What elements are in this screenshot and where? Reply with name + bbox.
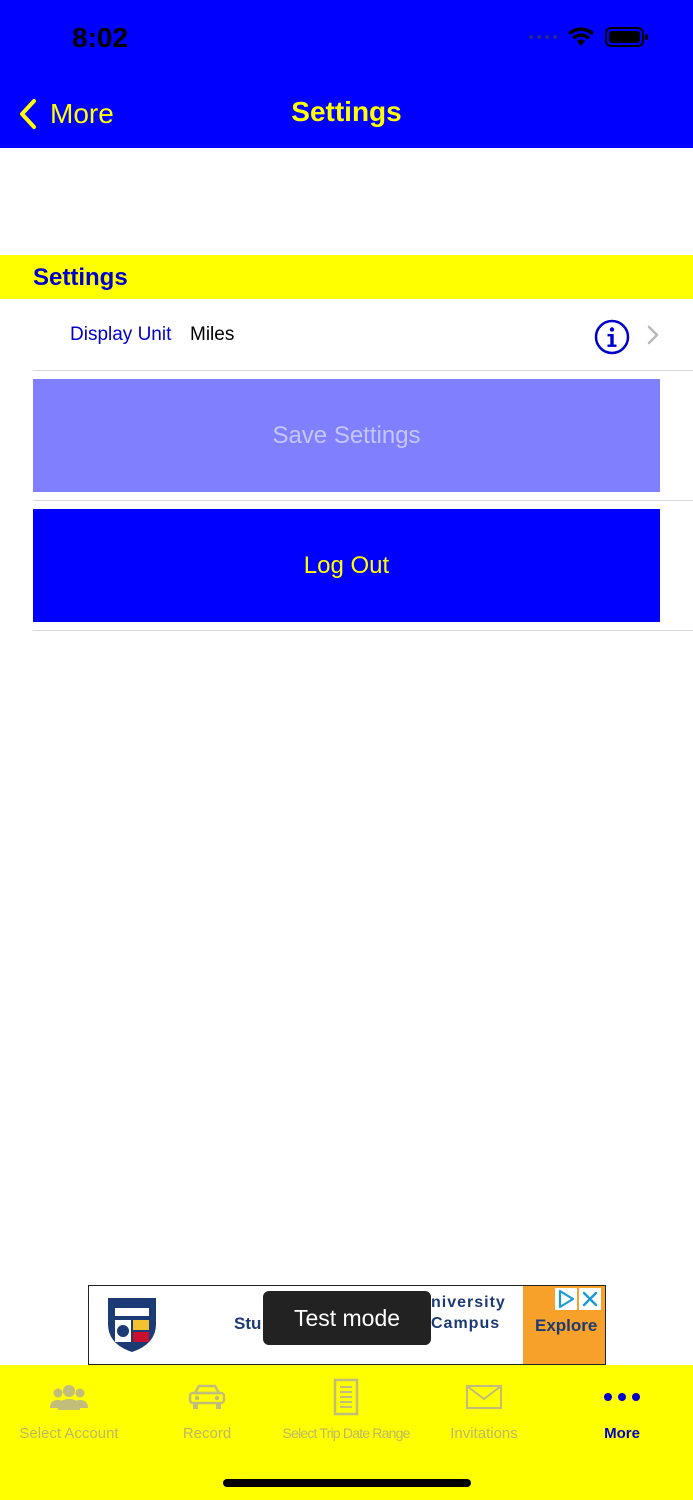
- section-header: Settings: [0, 255, 693, 299]
- cellular-signal-icon: [529, 35, 557, 39]
- display-unit-value: Miles: [190, 324, 235, 345]
- navigation-bar: More Settings: [0, 78, 693, 148]
- save-settings-button[interactable]: Save Settings: [33, 379, 660, 492]
- tab-invitations[interactable]: Invitations: [415, 1365, 553, 1455]
- close-icon: [582, 1291, 598, 1307]
- tab-select-trip-date-range[interactable]: Select Trip Date Range: [277, 1365, 415, 1455]
- battery-icon: [605, 27, 648, 47]
- page-title: Settings: [291, 96, 402, 127]
- people-icon: [50, 1385, 88, 1410]
- status-bar: 8:02: [0, 0, 693, 78]
- ad-text-university: niversity: [431, 1294, 506, 1311]
- tab-label: Select Account: [19, 1425, 119, 1442]
- tab-label: Invitations: [450, 1425, 518, 1442]
- play-triangle-icon: [558, 1289, 575, 1309]
- info-icon[interactable]: [594, 319, 630, 355]
- status-icons: [529, 26, 649, 48]
- chevron-right-icon: [647, 325, 659, 345]
- document-icon: [333, 1378, 359, 1416]
- button-divider: [33, 500, 693, 501]
- status-time: 8:02: [72, 22, 129, 53]
- tab-select-account[interactable]: Select Account: [0, 1365, 138, 1455]
- section-header-label: Settings: [33, 264, 128, 291]
- envelope-icon: [466, 1385, 502, 1409]
- wifi-icon: [568, 27, 594, 46]
- tab-label: More: [604, 1425, 640, 1442]
- button-divider: [33, 630, 693, 631]
- more-dots-icon: [604, 1393, 640, 1401]
- car-icon: [188, 1384, 226, 1409]
- ad-close-button[interactable]: [579, 1288, 601, 1310]
- display-unit-row[interactable]: Display Unit Miles: [0, 300, 693, 370]
- row-divider: [33, 370, 693, 371]
- tab-label: Record: [182, 1425, 232, 1442]
- ad-choices-icon[interactable]: [555, 1288, 577, 1310]
- ad-text-left: Stu: [234, 1314, 262, 1333]
- ad-text-campus: Campus: [431, 1315, 501, 1332]
- home-indicator[interactable]: [223, 1479, 471, 1487]
- tab-label: Select Trip Date Range: [282, 1425, 410, 1441]
- test-mode-toast: Test mode: [263, 1291, 431, 1345]
- display-unit-label: Display Unit: [70, 324, 172, 345]
- ad-explore-label: Explore: [535, 1316, 598, 1335]
- university-shield-logo: [108, 1298, 156, 1352]
- log-out-button[interactable]: Log Out: [33, 509, 660, 622]
- tab-more[interactable]: More: [553, 1365, 691, 1455]
- tab-record[interactable]: Record: [138, 1365, 276, 1455]
